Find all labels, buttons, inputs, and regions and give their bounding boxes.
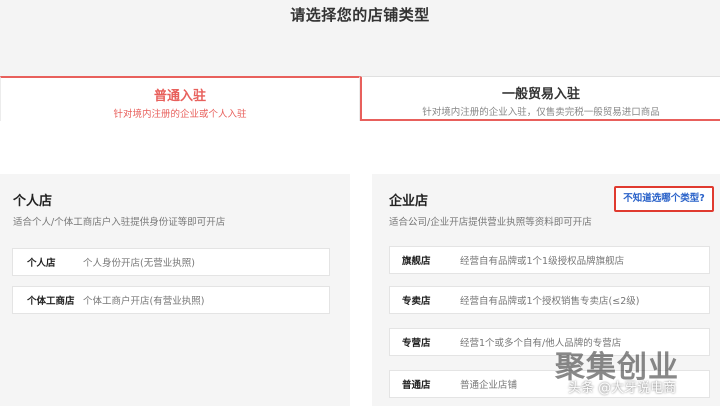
option-label: 个人店 (27, 258, 56, 269)
option-label: 个体工商店 (27, 296, 75, 307)
page-title: 请选择您的店铺类型 (290, 6, 430, 24)
enterprise-store-title: 企业店 (389, 194, 429, 209)
option-exclusive-store[interactable]: 专卖店 经营自有品牌或1个授权销售专卖店(≤2级) (389, 286, 710, 314)
option-desc: 经营自有品牌或1个1级授权品牌旗舰店 (460, 256, 625, 267)
option-desc: 个人身份开店(无营业执照) (83, 258, 195, 269)
tab-general-trade-entry-subtitle: 针对境内注册的企业入驻，仅售卖完税一般贸易进口商品 (422, 107, 660, 118)
store-type-help-link[interactable]: 不知道选哪个类型? (614, 186, 714, 212)
personal-store-panel: 个人店 适合个人/个体工商店户入驻提供身份证等即可开店 个人店 个人身份开店(无… (0, 174, 350, 406)
option-label: 专营店 (402, 338, 431, 349)
tab-normal-entry-title: 普通入驻 (153, 89, 206, 104)
tab-general-trade-entry[interactable]: 一般贸易入驻 针对境内注册的企业入驻，仅售卖完税一般贸易进口商品 (360, 76, 720, 121)
option-personal-store[interactable]: 个人店 个人身份开店(无营业执照) (12, 248, 330, 276)
tab-general-trade-entry-title: 一般贸易入驻 (501, 87, 580, 102)
personal-store-desc: 适合个人/个体工商店户入驻提供身份证等即可开店 (13, 217, 226, 228)
tab-normal-entry[interactable]: 普通入驻 针对境内注册的企业或个人入驻 (0, 76, 360, 121)
option-flagship-store[interactable]: 旗舰店 经营自有品牌或1个1级授权品牌旗舰店 (389, 246, 710, 274)
option-desc: 普通企业店铺 (460, 380, 518, 391)
watermark-caption: 头条 @大牙说电商 (568, 381, 677, 396)
tab-normal-entry-subtitle: 针对境内注册的企业或个人入驻 (113, 109, 247, 120)
enterprise-store-desc: 适合公司/企业开店提供营业执照等资料即可开店 (389, 217, 592, 228)
option-desc: 经营自有品牌或1个授权销售专卖店(≤2级) (460, 296, 640, 307)
option-label: 专卖店 (402, 296, 431, 307)
option-label: 普通店 (402, 380, 431, 391)
personal-store-title: 个人店 (13, 194, 53, 209)
option-desc: 个体工商户开店(有营业执照) (83, 296, 205, 307)
option-label: 旗舰店 (402, 256, 431, 267)
option-individual-business[interactable]: 个体工商店 个体工商户开店(有营业执照) (12, 286, 330, 314)
